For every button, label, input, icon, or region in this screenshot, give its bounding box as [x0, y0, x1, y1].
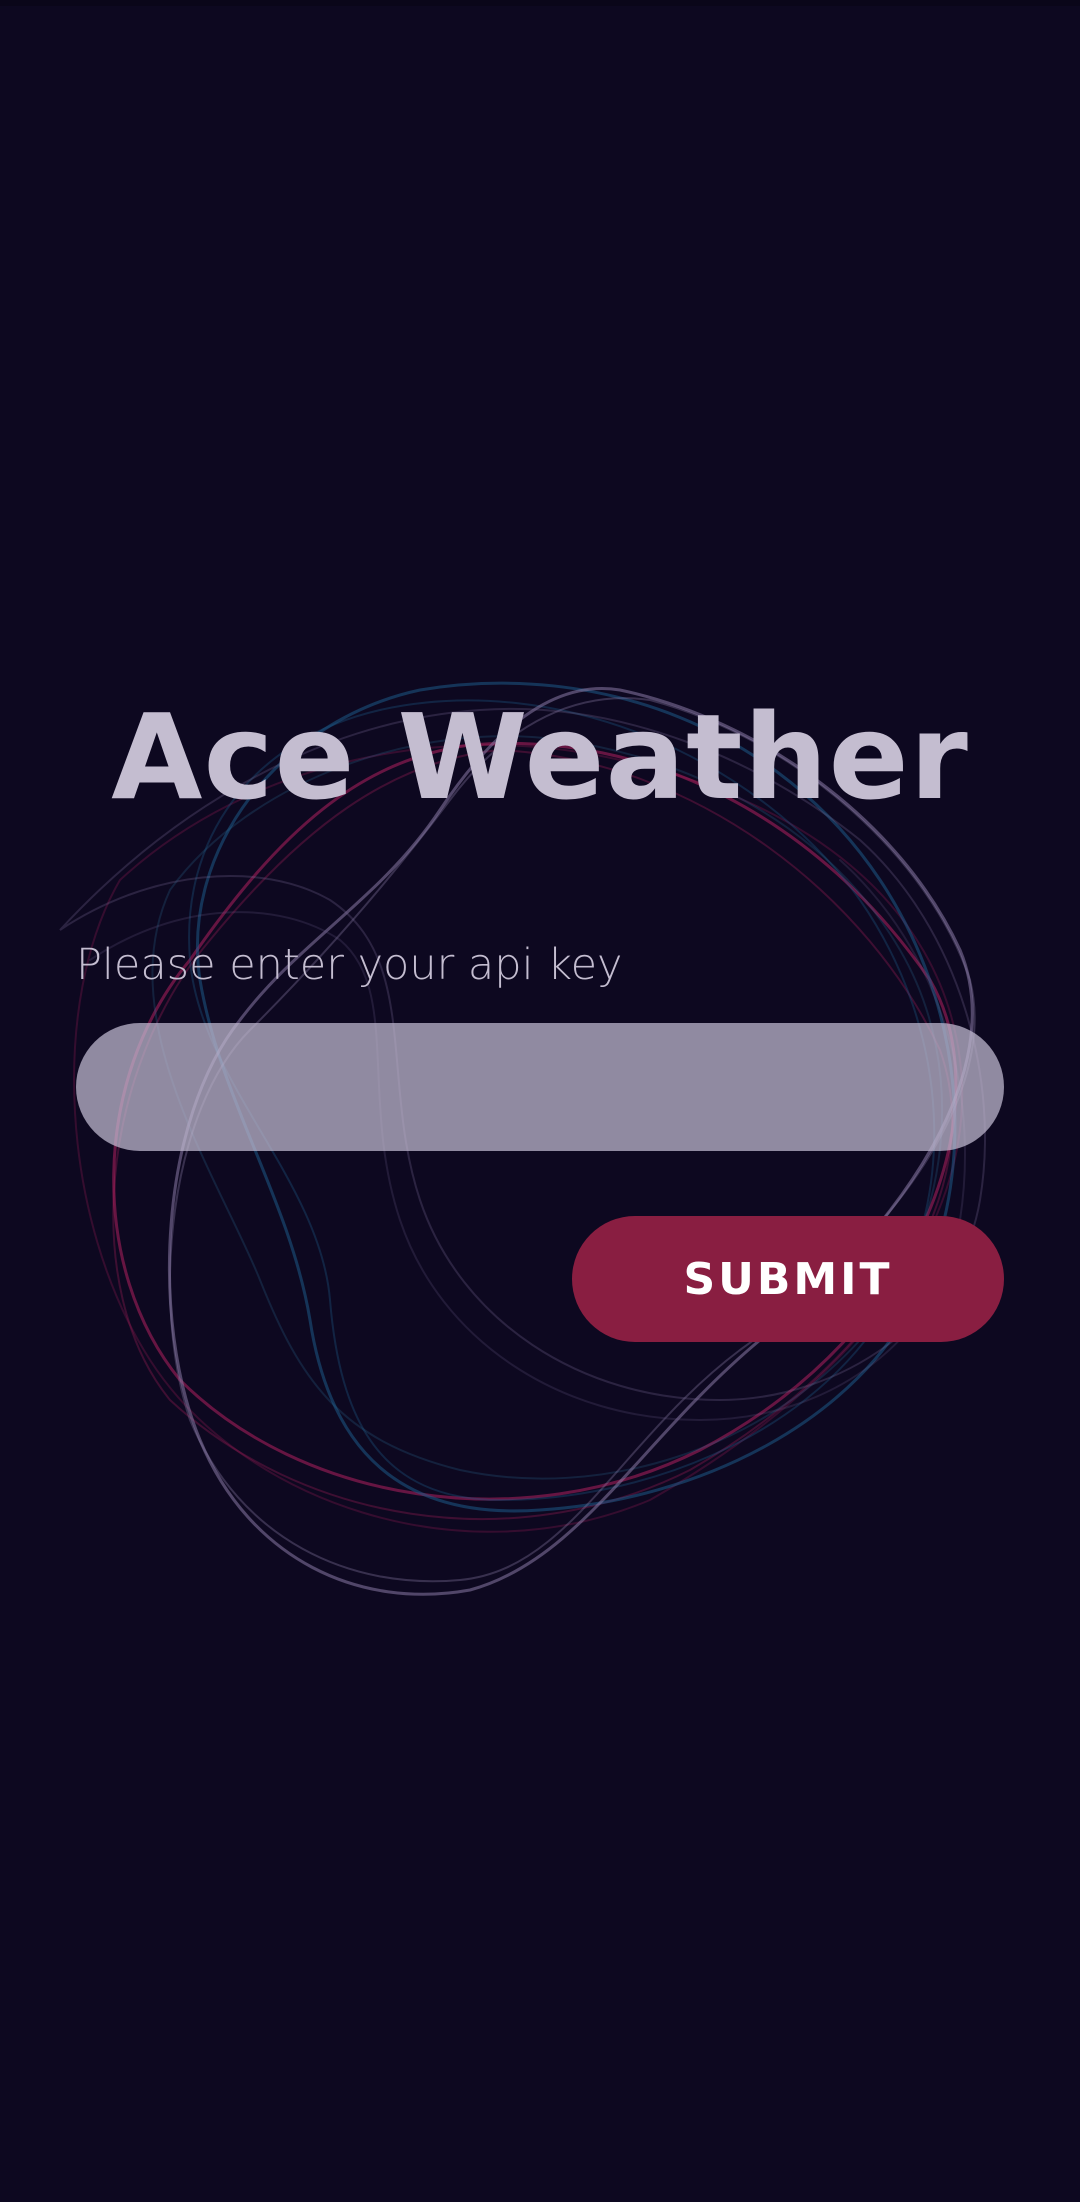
api-key-input[interactable] [76, 1023, 1004, 1151]
status-bar [0, 0, 1080, 6]
api-key-label: Please enter your api key [76, 940, 623, 990]
submit-button[interactable]: SUBMIT [572, 1216, 1004, 1342]
app-title: Ace Weather [111, 688, 969, 827]
login-screen: Ace Weather Please enter your api key SU… [0, 0, 1080, 2202]
